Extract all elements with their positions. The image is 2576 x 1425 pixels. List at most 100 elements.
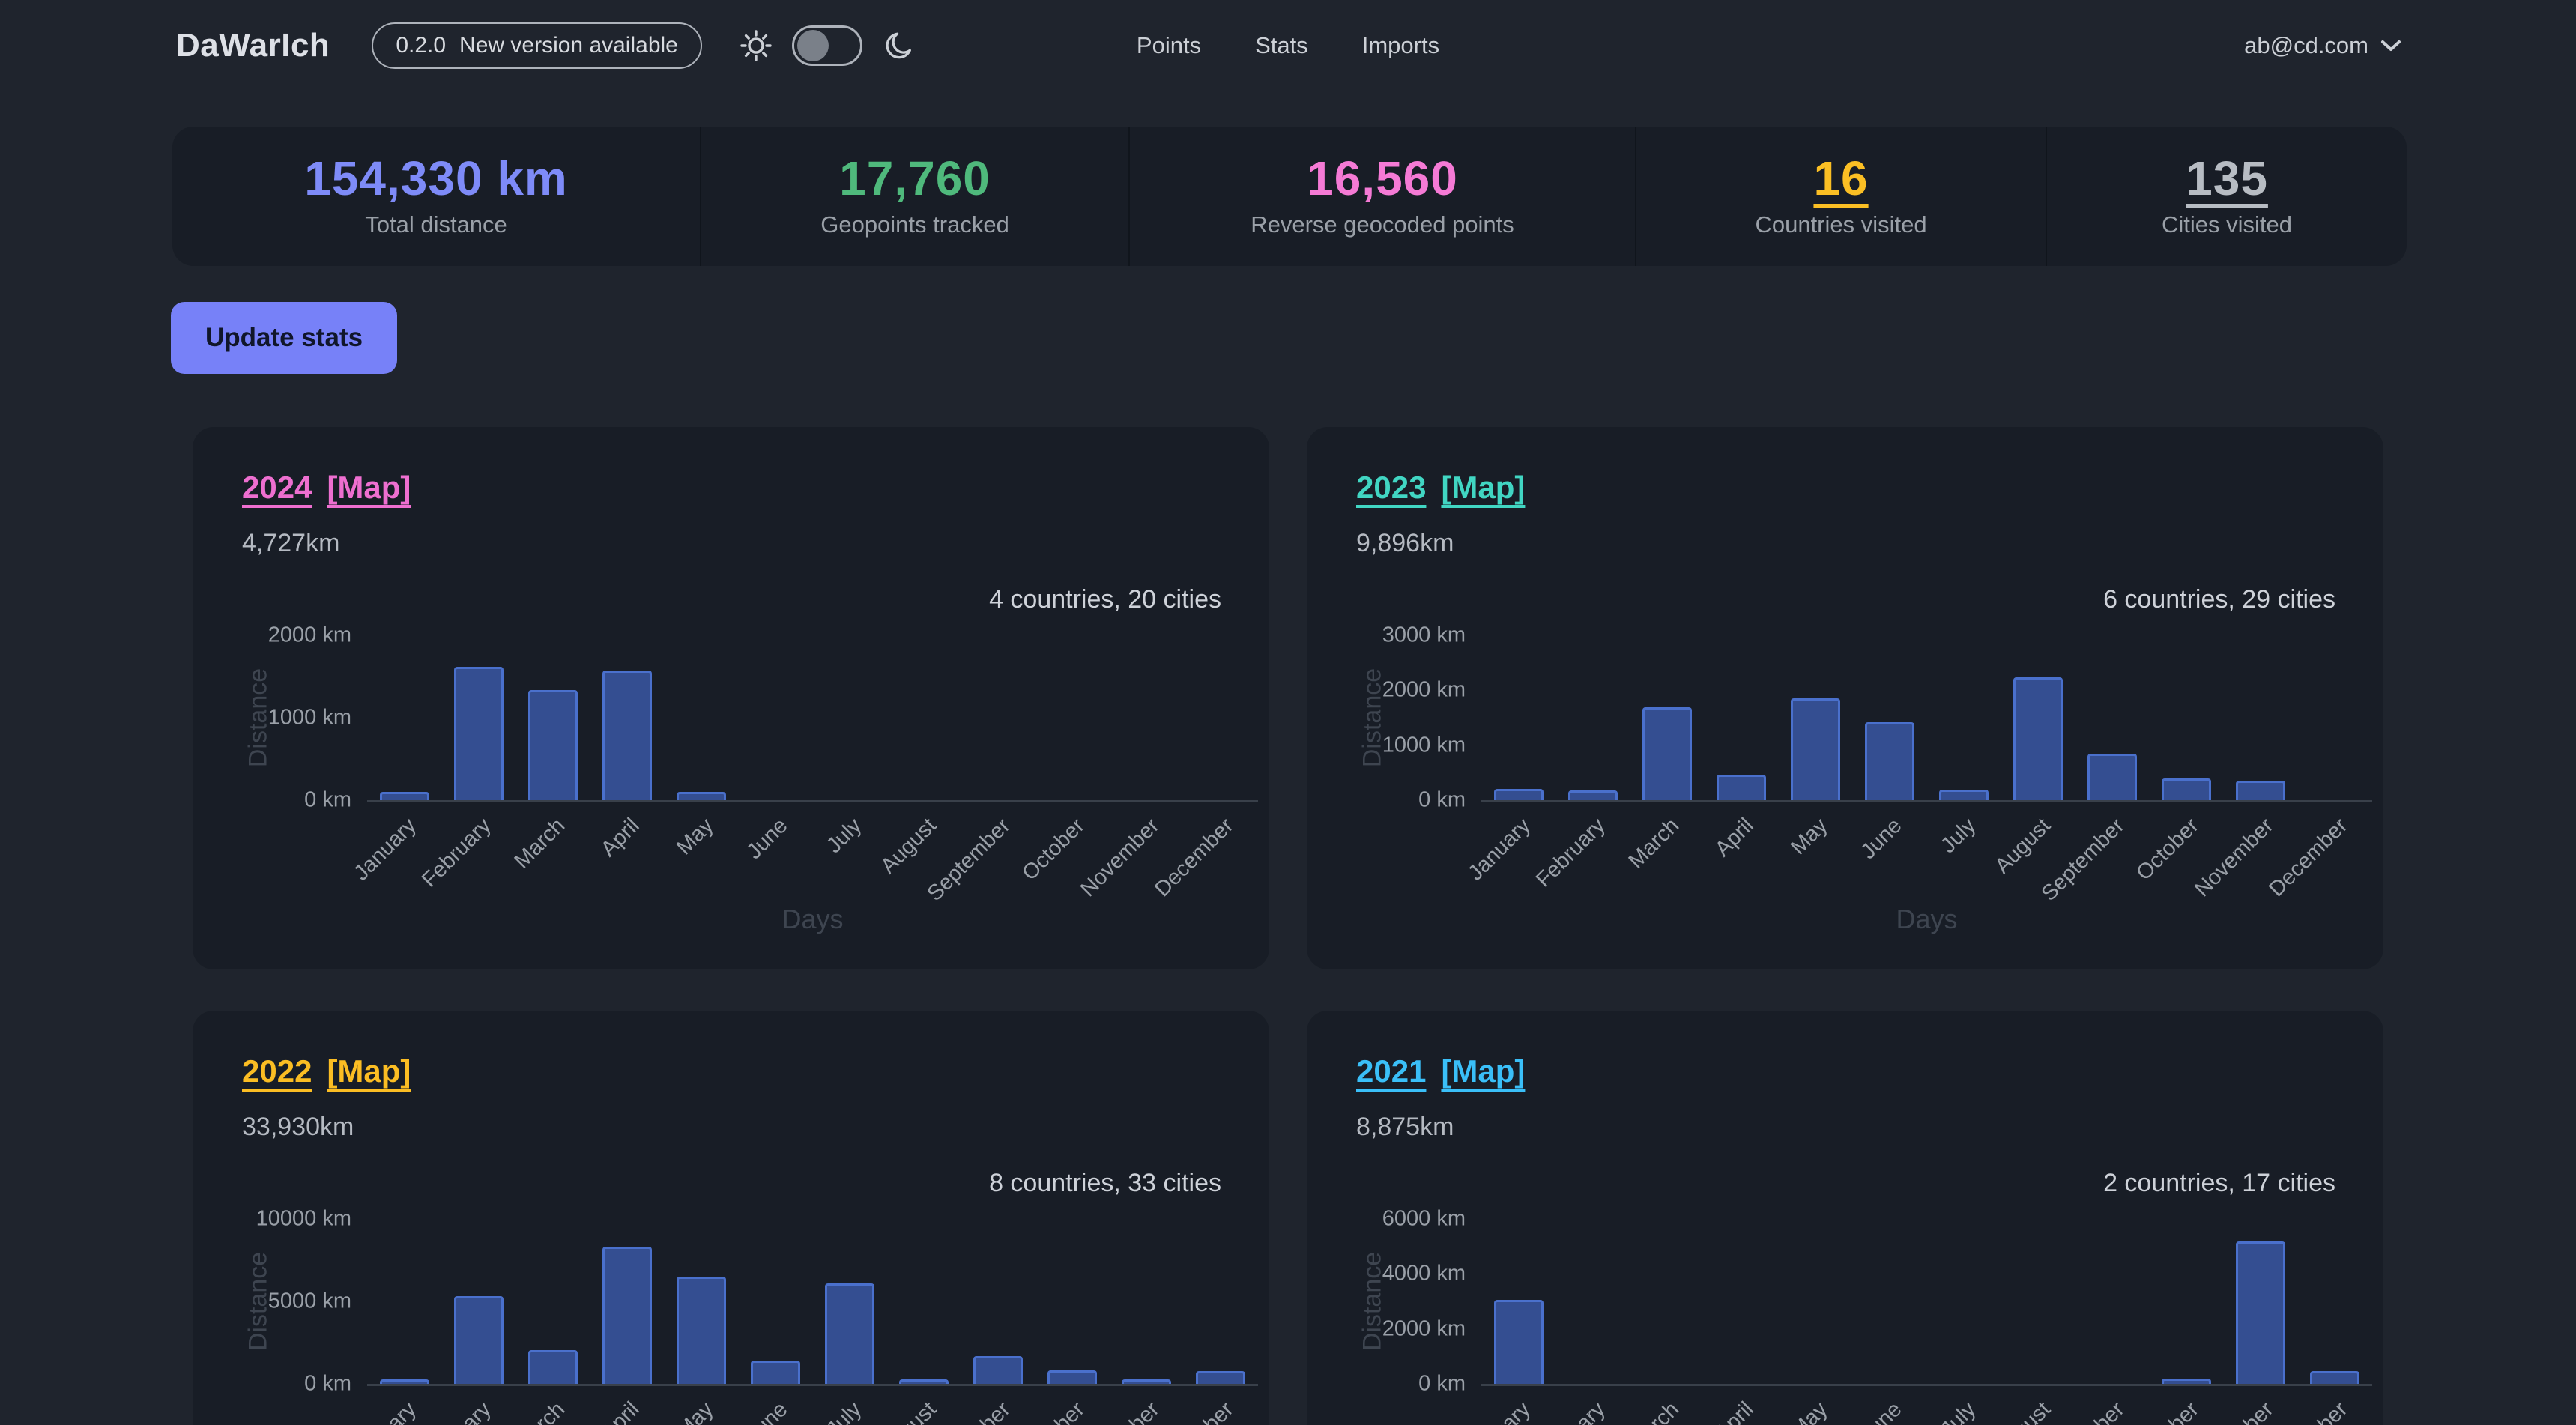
x-tick-label: November <box>1076 1397 1164 1425</box>
bar-october <box>1047 1370 1097 1384</box>
bar-february <box>1568 790 1618 800</box>
bar-july <box>825 1283 874 1384</box>
x-tick-label: February <box>1532 814 1610 892</box>
map-link[interactable]: [Map] <box>1441 1053 1525 1089</box>
x-tick-label: July <box>823 1397 868 1425</box>
year-title-line: 2022 [Map] <box>242 1054 1221 1089</box>
x-tick-label: October <box>1018 814 1089 886</box>
bar-october <box>2162 1379 2211 1384</box>
x-tick-label: December <box>2264 814 2353 902</box>
bar-november <box>2236 781 2285 800</box>
x-tick-label: April <box>596 1397 644 1425</box>
bar-december <box>1196 1371 1245 1384</box>
x-tick-label: June <box>1856 1397 1907 1425</box>
theme-toggle[interactable] <box>792 25 862 66</box>
monthly-distance-chart: Distance Days 6000 km4000 km2000 km0 kmJ… <box>1307 1193 2383 1425</box>
x-tick-label: November <box>1076 814 1164 902</box>
nav-imports[interactable]: Imports <box>1362 32 1439 59</box>
version-number: 0.2.0 <box>396 33 446 58</box>
stat-cell: 16,560 Reverse geocoded points <box>1128 127 1635 266</box>
bar-february <box>454 1296 504 1384</box>
year-link[interactable]: 2023 <box>1356 470 1426 505</box>
year-card-header: 2021[Map] 8,875km 2 countries, 17 cities <box>1307 1011 2383 1198</box>
x-tick-label: January <box>350 814 422 886</box>
x-tick-label: April <box>596 814 644 862</box>
stat-value: 16,560 <box>1307 154 1458 202</box>
x-tick-label: July <box>823 814 868 859</box>
year-card-header: 2023[Map] 9,896km 6 countries, 29 cities <box>1307 427 2383 614</box>
stat-value[interactable]: 135 <box>2186 154 2268 202</box>
version-badge[interactable]: 0.2.0 New version available <box>372 22 702 69</box>
chart-plot-area <box>367 635 1258 802</box>
x-tick-label: April <box>1711 1397 1759 1425</box>
year-link[interactable]: 2022 <box>242 1053 312 1089</box>
stat-value: 17,760 <box>839 154 991 202</box>
x-tick-label: March <box>510 814 570 874</box>
x-tick-label: October <box>2132 1397 2204 1425</box>
account-menu[interactable]: ab@cd.com <box>2244 32 2401 59</box>
bar-march <box>528 1350 578 1384</box>
x-tick-label: June <box>742 1397 793 1425</box>
sun-icon <box>740 29 773 62</box>
x-tick-label: August <box>876 814 941 879</box>
update-stats-button[interactable]: Update stats <box>171 302 397 374</box>
theme-switcher <box>740 25 916 66</box>
stat-label: Total distance <box>365 211 507 238</box>
stat-cell: 17,760 Geopoints tracked <box>700 127 1128 266</box>
x-axis-title: Days <box>1896 904 1957 935</box>
year-link[interactable]: 2021 <box>1356 1053 1426 1089</box>
stat-label: Countries visited <box>1755 211 1926 238</box>
year-title-line: 2021 [Map] <box>1356 1054 2335 1089</box>
year-card-header: 2022[Map] 33,930km 8 countries, 33 citie… <box>193 1011 1269 1198</box>
x-tick-label: February <box>1532 1397 1610 1425</box>
year-card: 2024[Map] 4,727km 4 countries, 20 cities… <box>193 427 1269 969</box>
x-axis-title: Days <box>781 904 843 935</box>
y-tick-label: 4000 km <box>1307 1262 1466 1286</box>
y-tick-label: 1000 km <box>1307 733 1466 757</box>
x-tick-label: January <box>1464 1397 1536 1425</box>
x-tick-label: June <box>742 814 793 865</box>
map-link[interactable]: [Map] <box>1441 470 1525 505</box>
x-tick-label: December <box>2264 1397 2353 1425</box>
year-card: 2021[Map] 8,875km 2 countries, 17 cities… <box>1307 1011 2383 1425</box>
year-card: 2023[Map] 9,896km 6 countries, 29 cities… <box>1307 427 2383 969</box>
y-tick-label: 0 km <box>193 788 351 813</box>
y-tick-label: 2000 km <box>1307 1316 1466 1341</box>
year-link[interactable]: 2024 <box>242 470 312 505</box>
new-version-label: New version available <box>459 33 678 58</box>
map-link[interactable]: [Map] <box>327 1053 411 1089</box>
year-title-line: 2023 [Map] <box>1356 471 2335 505</box>
monthly-distance-chart: Distance Days 10000 km5000 km0 kmJanuary… <box>193 1193 1269 1425</box>
year-title-line: 2024 [Map] <box>242 471 1221 505</box>
nav-stats[interactable]: Stats <box>1255 32 1308 59</box>
app-logo[interactable]: DaWarIch <box>176 27 330 64</box>
bar-january <box>1494 789 1544 800</box>
bar-february <box>454 667 504 800</box>
year-distance: 9,896km <box>1356 529 2335 558</box>
bar-december <box>2310 1371 2359 1384</box>
x-tick-label: February <box>417 1397 496 1425</box>
stat-value: 154,330 km <box>304 154 568 202</box>
bar-march <box>1642 707 1692 800</box>
nav-points[interactable]: Points <box>1137 32 1201 59</box>
y-tick-label: 2000 km <box>193 623 351 648</box>
top-navbar: DaWarIch 0.2.0 New version available Poi… <box>0 0 2576 91</box>
x-tick-label: March <box>1624 814 1684 874</box>
map-link[interactable]: [Map] <box>327 470 411 505</box>
bar-september <box>2087 754 2137 800</box>
x-tick-label: January <box>350 1397 422 1425</box>
bar-march <box>528 690 578 800</box>
bar-january <box>380 1379 429 1384</box>
x-tick-label: August <box>1990 1397 2055 1425</box>
year-distance: 33,930km <box>242 1113 1221 1142</box>
year-distance: 4,727km <box>242 529 1221 558</box>
y-tick-label: 5000 km <box>193 1289 351 1314</box>
y-tick-label: 3000 km <box>1307 623 1466 648</box>
stat-value[interactable]: 16 <box>1813 154 1868 202</box>
bar-june <box>751 1361 800 1384</box>
x-tick-label: March <box>1624 1397 1684 1425</box>
x-tick-label: February <box>417 814 496 892</box>
x-tick-label: December <box>1150 1397 1239 1425</box>
bar-august <box>2013 677 2063 800</box>
main-nav: Points Stats Imports <box>1137 32 1439 59</box>
